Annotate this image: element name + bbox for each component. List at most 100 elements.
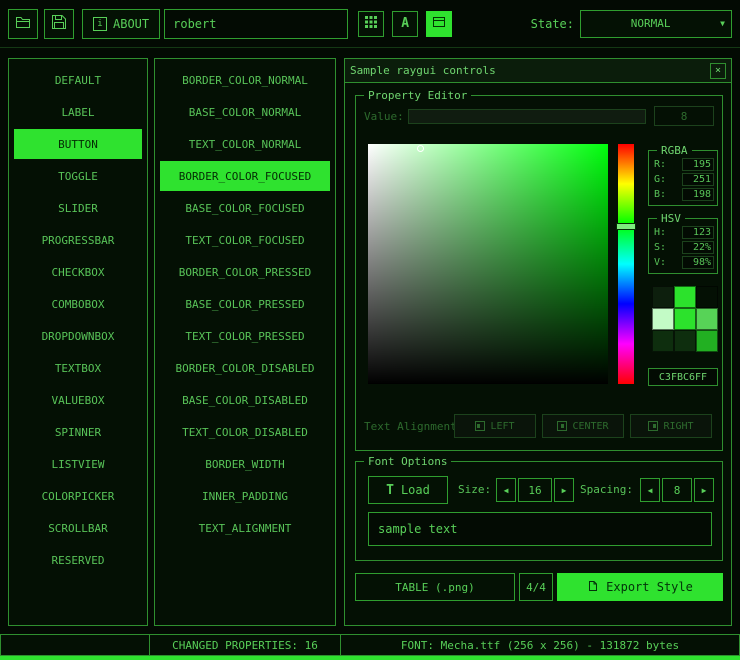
align-right-button[interactable]: RIGHT [630,414,712,438]
pages-value[interactable]: 4/4 [519,573,553,601]
info-icon: i [93,17,107,31]
property-item-base-color-focused[interactable]: BASE_COLOR_FOCUSED [160,193,330,223]
controls-view-button[interactable] [426,11,452,37]
state-dropdown[interactable]: NORMAL ▼ [580,10,732,38]
sample-text-input[interactable]: sample text [368,512,712,546]
export-format-dropdown[interactable]: TABLE (.png) [355,573,515,601]
hue-slider[interactable] [618,144,634,384]
statusbar-left-section [0,634,150,656]
hsv-title: HSV [657,212,685,225]
control-item-default[interactable]: DEFAULT [14,65,142,95]
rgba-row-b: B: 198 [652,187,714,201]
property-item-border-color-focused[interactable]: BORDER_COLOR_FOCUSED [160,161,330,191]
s-value: 22% [682,241,714,254]
align-center-button[interactable]: CENTER [542,414,624,438]
hsv-row-s: S: 22% [652,240,714,254]
align-center-icon [557,421,567,431]
property-item-text-color-focused[interactable]: TEXT_COLOR_FOCUSED [160,225,330,255]
control-item-combobox[interactable]: COMBOBOX [14,289,142,319]
style-table-view-button[interactable] [358,11,384,37]
text-icon: T [386,483,394,498]
style-color-swatch-1[interactable] [674,286,696,308]
v-label: V: [654,257,666,268]
style-color-swatch-4[interactable] [674,308,696,330]
property-item-inner-padding[interactable]: INNER_PADDING [160,481,330,511]
control-item-spinner[interactable]: SPINNER [14,417,142,447]
property-item-base-color-disabled[interactable]: BASE_COLOR_DISABLED [160,385,330,415]
save-style-button[interactable] [44,9,74,39]
folder-open-icon [15,14,31,34]
property-item-text-color-disabled[interactable]: TEXT_COLOR_DISABLED [160,417,330,447]
state-label: State: [531,17,574,31]
control-item-listview[interactable]: LISTVIEW [14,449,142,479]
style-color-swatch-7[interactable] [674,330,696,352]
control-item-dropdownbox[interactable]: DROPDOWNBOX [14,321,142,351]
property-item-base-color-normal[interactable]: BASE_COLOR_NORMAL [160,97,330,127]
control-item-colorpicker[interactable]: COLORPICKER [14,481,142,511]
property-item-border-width[interactable]: BORDER_WIDTH [160,449,330,479]
control-item-textbox[interactable]: TEXTBOX [14,353,142,383]
control-item-label[interactable]: LABEL [14,97,142,127]
chevron-left-icon: ◀ [648,486,653,495]
toolbar: i ABOUT A State: NORMAL ▼ [0,0,740,48]
load-style-button[interactable] [8,9,38,39]
font-load-button[interactable]: T Load [368,476,448,504]
export-style-button[interactable]: Export Style [557,573,723,601]
align-left-icon [475,421,485,431]
property-editor-title: Property Editor [364,89,471,102]
property-item-border-color-pressed[interactable]: BORDER_COLOR_PRESSED [160,257,330,287]
property-item-text-color-normal[interactable]: TEXT_COLOR_NORMAL [160,129,330,159]
spacing-increment-button[interactable]: ▶ [694,478,714,502]
property-item-border-color-disabled[interactable]: BORDER_COLOR_DISABLED [160,353,330,383]
align-left-button[interactable]: LEFT [454,414,536,438]
control-item-progressbar[interactable]: PROGRESSBAR [14,225,142,255]
rgba-group: RGBA R: 195 G: 251 B: 198 [648,150,718,206]
style-name-input[interactable] [164,9,348,39]
hue-slider-handle[interactable] [616,223,636,230]
font-atlas-view-button[interactable]: A [392,11,418,37]
size-decrement-button[interactable]: ◀ [496,478,516,502]
font-options-group: Font Options T Load Size: ◀ 16 ▶ Spacing… [355,461,723,561]
style-color-swatch-0[interactable] [652,286,674,308]
control-item-scrollbar[interactable]: SCROLLBAR [14,513,142,543]
hex-color-value[interactable]: C3FBC6FF [648,368,718,386]
property-item-text-color-pressed[interactable]: TEXT_COLOR_PRESSED [160,321,330,351]
spacing-value[interactable]: 8 [662,478,692,502]
property-item-text-alignment[interactable]: TEXT_ALIGNMENT [160,513,330,543]
style-color-swatch-6[interactable] [652,330,674,352]
style-color-swatch-8[interactable] [696,330,718,352]
property-item-border-color-normal[interactable]: BORDER_COLOR_NORMAL [160,65,330,95]
control-item-reserved[interactable]: RESERVED [14,545,142,575]
size-increment-button[interactable]: ▶ [554,478,574,502]
b-label: B: [654,189,666,200]
property-item-base-color-pressed[interactable]: BASE_COLOR_PRESSED [160,289,330,319]
s-label: S: [654,242,666,253]
value-label: Value: [364,110,404,123]
control-item-checkbox[interactable]: CHECKBOX [14,257,142,287]
control-item-valuebox[interactable]: VALUEBOX [14,385,142,415]
color-picker-panel[interactable] [368,144,608,384]
about-button-label: ABOUT [113,17,149,31]
control-item-toggle[interactable]: TOGGLE [14,161,142,191]
control-item-button[interactable]: BUTTON [14,129,142,159]
close-icon: × [715,66,721,76]
export-file-icon [587,580,599,595]
color-picker-cursor[interactable] [417,145,424,152]
chevron-right-icon: ▶ [562,486,567,495]
font-load-label: Load [401,483,430,497]
hsv-row-v: V: 98% [652,255,714,269]
style-color-swatch-2[interactable] [696,286,718,308]
window-titlebar[interactable]: Sample raygui controls × [345,59,731,83]
font-options-title: Font Options [364,455,451,468]
control-item-slider[interactable]: SLIDER [14,193,142,223]
spacing-label: Spacing: [580,483,633,496]
window-close-button[interactable]: × [710,63,726,79]
spacing-decrement-button[interactable]: ◀ [640,478,660,502]
style-color-swatch-5[interactable] [696,308,718,330]
value-slider[interactable] [408,109,646,124]
value-box[interactable]: 8 [654,106,714,126]
size-value[interactable]: 16 [518,478,552,502]
style-color-swatch-3[interactable] [652,308,674,330]
property-editor-group: Property Editor Value: 8 RGBA R: 195 G: [355,95,723,451]
about-button[interactable]: i ABOUT [82,9,160,39]
